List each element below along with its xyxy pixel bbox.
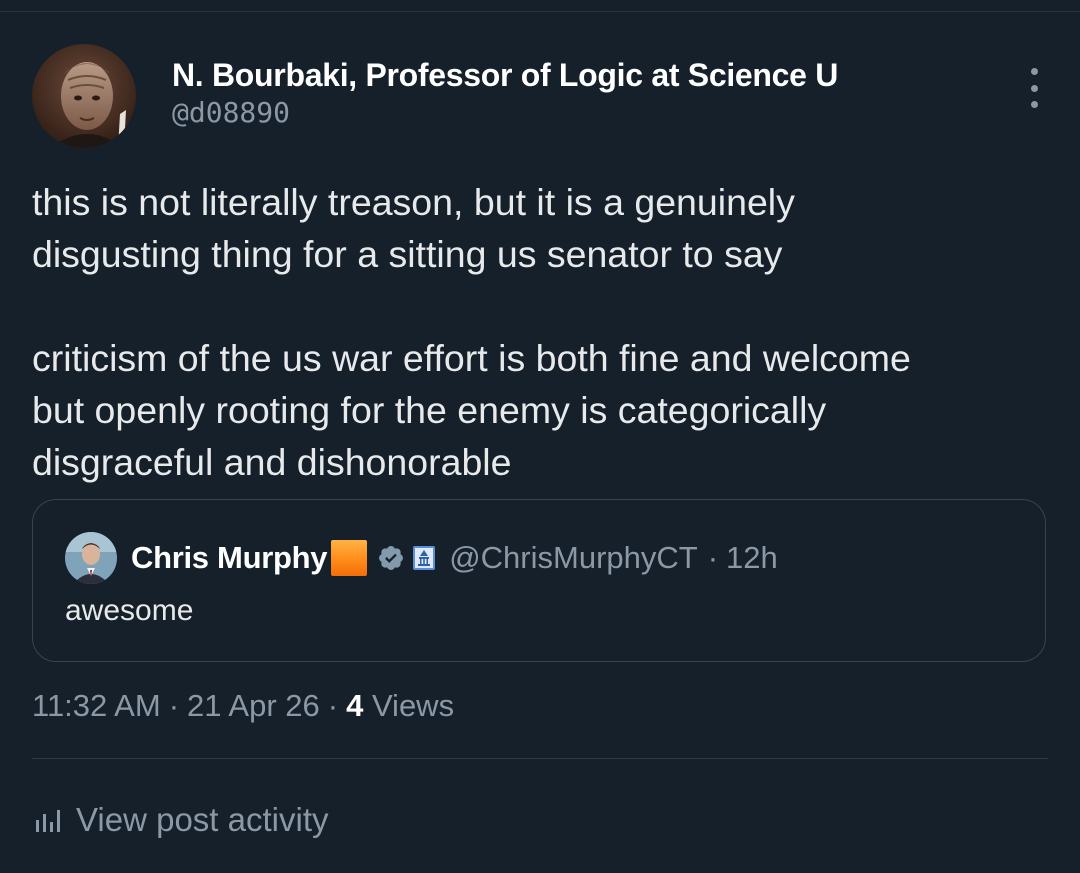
post-text-line: this is not literally treason, but it is… (32, 181, 795, 223)
author-handle[interactable]: @d08890 (172, 96, 838, 130)
post-text-line: but openly rooting for the enemy is cate… (32, 389, 827, 431)
post-text: this is not literally treason, but it is… (32, 176, 1042, 488)
post-text-line: disgraceful and dishonorable (32, 441, 512, 483)
author-avatar[interactable] (32, 44, 136, 148)
top-divider (0, 11, 1080, 12)
view-post-activity-label: View post activity (76, 801, 329, 838)
more-dot (1030, 84, 1038, 92)
meta-separator: · (168, 688, 180, 723)
post-text-line: disgusting thing for a sitting us senato… (32, 233, 783, 275)
quoted-separator: · (707, 540, 719, 575)
quoted-post-time[interactable]: 12h (726, 540, 778, 576)
quoted-author-avatar[interactable] (65, 532, 117, 584)
quoted-author-handle[interactable]: @ChrisMurphyCT (449, 540, 698, 576)
views-label: Views (371, 688, 455, 723)
post-header: N. Bourbaki, Professor of Logic at Scien… (32, 44, 1048, 150)
author-info: N. Bourbaki, Professor of Logic at Scien… (172, 56, 838, 130)
quoted-author-name[interactable]: Chris Murphy (131, 540, 328, 576)
bar-chart-icon (36, 810, 60, 832)
verified-badge-icon (379, 546, 404, 570)
more-dot (1030, 101, 1038, 108)
bottom-divider (32, 758, 1048, 759)
quoted-post-text: awesome (65, 594, 194, 627)
meta-separator: · (327, 688, 339, 723)
post-text-line: criticism of the us war effort is both f… (32, 337, 911, 379)
government-building-icon (413, 546, 436, 570)
post-time[interactable]: 11:32 AM (32, 688, 161, 723)
orange-square-emoji (331, 540, 368, 576)
views-count: 4 (346, 688, 364, 723)
quoted-post-card[interactable]: Chris Murphy @ChrisMurphyCT · 12h awesom… (32, 499, 1046, 662)
quoted-post-header: Chris Murphy @ChrisMurphyCT · 12h (65, 532, 778, 584)
post-meta: 11:32 AM · 21 Apr 26 · 4 Views (32, 686, 454, 726)
more-options-button[interactable] (1024, 68, 1044, 108)
more-vertical-icon (1030, 68, 1038, 75)
author-display-name[interactable]: N. Bourbaki, Professor of Logic at Scien… (172, 56, 838, 94)
post-date[interactable]: 21 Apr 26 (187, 688, 320, 723)
view-post-activity-button[interactable]: View post activity (34, 800, 329, 840)
